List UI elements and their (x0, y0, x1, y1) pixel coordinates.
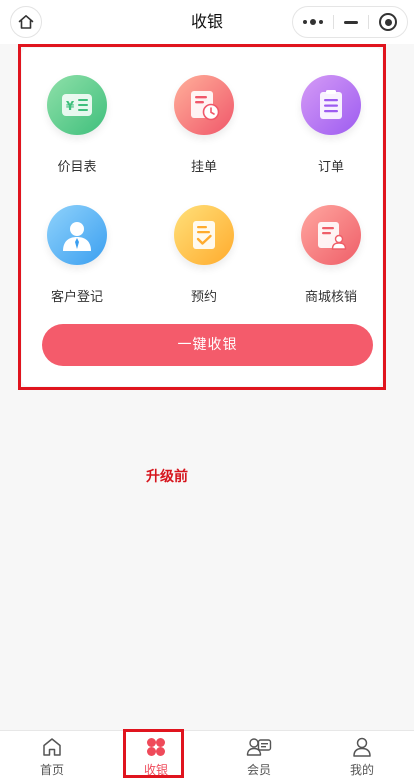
home-icon (18, 15, 34, 29)
tab-label: 首页 (39, 763, 64, 777)
tab-cashier[interactable]: 收银 (104, 731, 208, 780)
tab-home[interactable]: 首页 (0, 731, 104, 780)
svg-text:¥: ¥ (66, 99, 75, 113)
more-dots-icon (303, 19, 323, 25)
order-icon (301, 75, 361, 135)
cashier-card: ¥ 价目表 挂单 订单 客户登记 预约 商城核销 一键收银 (22, 48, 382, 386)
appointment-icon (174, 205, 234, 265)
one-click-checkout-button[interactable]: 一键收银 (42, 324, 373, 366)
feature-label: 挂单 (190, 160, 217, 175)
mini-program-capsule (292, 6, 408, 38)
more-button[interactable] (293, 7, 333, 37)
cashier-grid-icon (145, 736, 167, 758)
tab-profile[interactable]: 我的 (310, 731, 414, 780)
minimize-button[interactable] (334, 7, 368, 37)
tab-label: 会员 (246, 763, 271, 777)
minimize-icon (344, 20, 358, 24)
tab-member[interactable]: 会员 (207, 731, 311, 780)
close-button[interactable] (369, 7, 407, 37)
annotation-text: 升级前 (146, 469, 188, 485)
tab-bar: 首页 收银 会员 我的 (0, 730, 414, 780)
feature-label: 客户登记 (50, 290, 103, 305)
tab-label: 我的 (349, 763, 374, 777)
member-card-icon (246, 736, 272, 758)
nav-bar: 收银 (0, 0, 414, 44)
feature-label: 商城核销 (304, 290, 357, 305)
feature-pending-order[interactable]: 挂单 (149, 75, 259, 185)
feature-order[interactable]: 订单 (276, 75, 386, 185)
feature-mall-verify[interactable]: 商城核销 (276, 205, 386, 315)
target-close-icon (379, 13, 397, 31)
feature-label: 订单 (317, 160, 344, 175)
mall-verify-icon (301, 205, 361, 265)
feature-appointment[interactable]: 预约 (149, 205, 259, 315)
home-button[interactable] (10, 6, 42, 38)
feature-customer-register[interactable]: 客户登记 (22, 205, 132, 315)
pending-order-icon (174, 75, 234, 135)
feature-label: 价目表 (57, 160, 97, 175)
feature-label: 预约 (190, 290, 217, 305)
customer-register-icon (47, 205, 107, 265)
price-list-icon: ¥ (47, 75, 107, 135)
profile-icon (351, 736, 373, 758)
home-icon (41, 736, 63, 758)
feature-price-list[interactable]: ¥ 价目表 (22, 75, 132, 185)
tab-label: 收银 (143, 763, 168, 777)
